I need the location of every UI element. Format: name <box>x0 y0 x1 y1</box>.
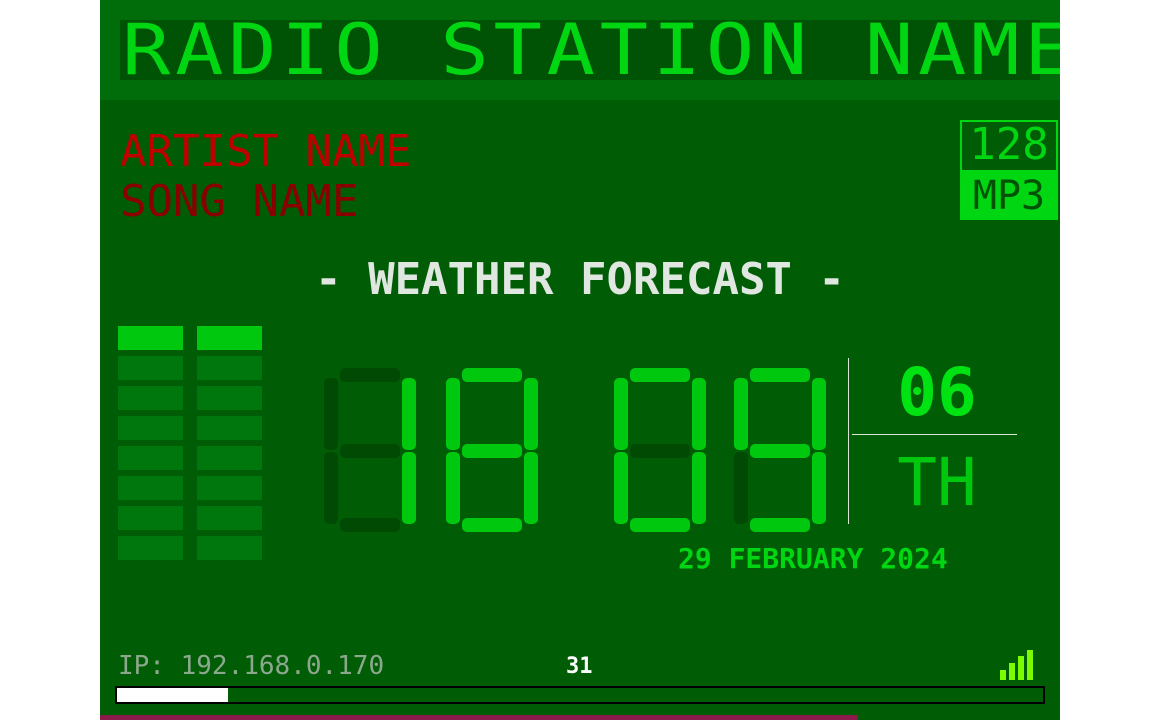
clock-segment <box>524 452 538 524</box>
vu-segment <box>118 476 183 500</box>
day-suffix: TH <box>897 444 977 521</box>
progress-bar <box>115 686 1045 704</box>
clock-digit <box>612 364 708 534</box>
clock-segment <box>630 444 690 458</box>
vu-segment <box>197 506 262 530</box>
vu-segment <box>197 446 262 470</box>
vu-segment <box>197 386 262 410</box>
day-number: 06 <box>897 354 977 431</box>
radio-display: RADIO STATION NAME ARTIST NAME SONG NAME… <box>100 0 1060 720</box>
section-title: - WEATHER FORECAST - <box>315 254 845 305</box>
vu-segment <box>118 416 183 440</box>
clock-segment <box>812 378 826 450</box>
counter-value: 31 <box>566 654 593 679</box>
clock-digit <box>444 364 540 534</box>
vu-segment <box>197 536 262 560</box>
clock-segment <box>462 444 522 458</box>
clock-segment <box>614 378 628 450</box>
ip-address: IP: 192.168.0.170 <box>118 651 385 681</box>
clock-segment <box>692 452 706 524</box>
vu-segment <box>118 446 183 470</box>
vu-segment <box>118 386 183 410</box>
clock-segment <box>750 444 810 458</box>
clock-segment <box>630 368 690 382</box>
clock-digit <box>322 364 418 534</box>
clock-segment <box>812 452 826 524</box>
vu-segment <box>118 356 183 380</box>
clock-segment <box>462 518 522 532</box>
progress-fill <box>117 688 229 702</box>
vu-segment <box>118 506 183 530</box>
title-bar: RADIO STATION NAME <box>100 0 1060 100</box>
clock-segment <box>340 518 400 532</box>
clock-segment <box>340 368 400 382</box>
date-divider-vertical <box>848 358 849 524</box>
clock-segment <box>750 518 810 532</box>
clock-segment <box>402 378 416 450</box>
vu-segment <box>197 476 262 500</box>
codec-badge: MP3 <box>960 172 1058 220</box>
clock-segment <box>734 452 748 524</box>
date-divider-horizontal <box>852 434 1017 435</box>
clock-segment <box>462 368 522 382</box>
signal-bar <box>1018 656 1024 680</box>
clock-segment <box>734 378 748 450</box>
clock-segment <box>630 518 690 532</box>
clock-segment <box>324 378 338 450</box>
song-name: SONG NAME <box>120 176 359 227</box>
signal-strength-icon <box>1000 650 1040 680</box>
clock-segment <box>402 452 416 524</box>
station-name-box: RADIO STATION NAME <box>120 14 1060 86</box>
clock-segment <box>692 378 706 450</box>
clock-digit <box>732 364 828 534</box>
artist-name: ARTIST NAME <box>120 126 412 177</box>
clock-segment <box>446 378 460 450</box>
clock-segment <box>446 452 460 524</box>
clock-segment <box>750 368 810 382</box>
bottom-strip <box>100 715 858 720</box>
clock-segment <box>324 452 338 524</box>
vu-segment <box>197 416 262 440</box>
vu-segment <box>118 536 183 560</box>
vu-segment <box>197 356 262 380</box>
vu-segment <box>197 326 262 350</box>
signal-bar <box>1000 670 1006 680</box>
bitrate-badge: 128 <box>960 120 1058 172</box>
signal-bar <box>1027 650 1033 680</box>
station-name: RADIO STATION NAME <box>122 9 1060 91</box>
clock-segment <box>614 452 628 524</box>
full-date: 29 FEBRUARY 2024 <box>678 542 948 575</box>
clock-display <box>322 364 826 534</box>
vu-segment <box>118 326 183 350</box>
clock-segment <box>524 378 538 450</box>
clock-segment <box>340 444 400 458</box>
signal-bar <box>1009 663 1015 680</box>
